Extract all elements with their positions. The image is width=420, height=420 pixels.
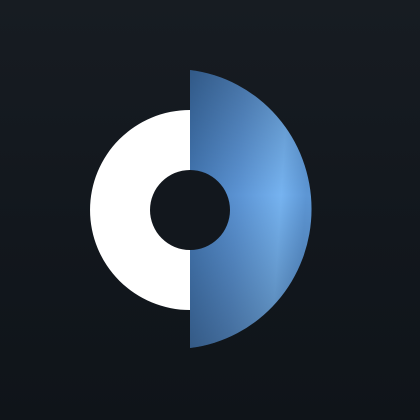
split-ring-logo-icon xyxy=(90,70,312,348)
center-hole xyxy=(150,170,230,250)
app-icon-background xyxy=(0,0,420,420)
